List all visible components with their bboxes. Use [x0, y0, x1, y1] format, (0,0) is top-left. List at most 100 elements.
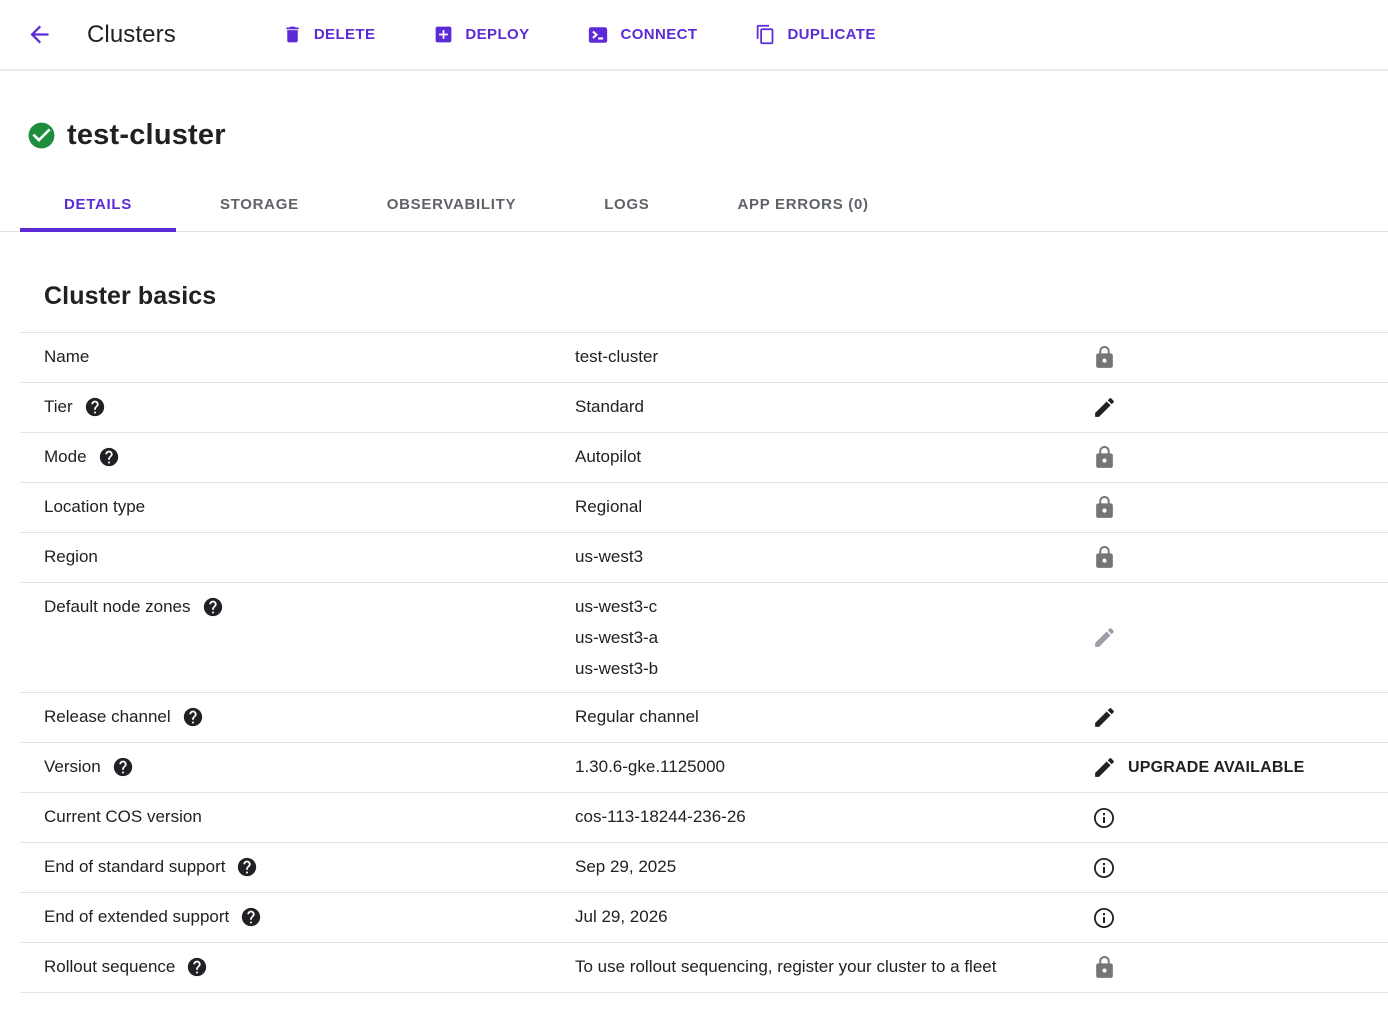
help-icon[interactable]: [182, 706, 204, 728]
row-value-cell: Sep 29, 2025: [575, 843, 1092, 890]
table-row: Rollout sequence To use rollout sequenci…: [20, 943, 1388, 993]
row-action-cell: [1092, 806, 1388, 830]
help-icon[interactable]: [84, 396, 106, 418]
back-button[interactable]: [17, 13, 61, 57]
row-value: Regular channel: [575, 701, 699, 732]
row-action-cell: [1092, 955, 1388, 980]
page-title: Clusters: [87, 21, 176, 49]
row-value: us-west3-c us-west3-a us-west3-b: [575, 591, 658, 684]
help-icon[interactable]: [112, 756, 134, 778]
row-value: cos-113-18244-236-26: [575, 801, 746, 832]
row-label: Release channel: [44, 701, 171, 732]
row-value-cell: Regional: [575, 483, 1092, 530]
row-value: To use rollout sequencing, register your…: [575, 951, 996, 982]
table-row: Mode Autopilot: [20, 433, 1388, 483]
row-action-cell: [1092, 856, 1388, 880]
table-row: Default node zones us-west3-c us-west3-a…: [20, 583, 1388, 693]
row-label-cell: Default node zones: [20, 583, 575, 630]
duplicate-button[interactable]: DUPLICATE: [755, 24, 875, 45]
row-label-cell: End of standard support: [20, 843, 575, 890]
row-label: Tier: [44, 391, 73, 422]
connect-button[interactable]: CONNECT: [587, 24, 697, 46]
row-label-cell: Version: [20, 743, 575, 790]
info-icon[interactable]: [1092, 856, 1116, 880]
gke-cluster-details-page: Clusters DELETE DEPLOY: [0, 0, 1388, 993]
row-label-cell: Mode: [20, 433, 575, 480]
edit-icon[interactable]: [1092, 395, 1117, 420]
row-label-cell: Tier: [20, 383, 575, 430]
row-value-cell: cos-113-18244-236-26: [575, 793, 1092, 840]
row-value-cell: Standard: [575, 383, 1092, 430]
row-action-cell: [1092, 395, 1388, 420]
upgrade-available-label[interactable]: UPGRADE AVAILABLE: [1128, 759, 1304, 777]
row-action-cell: [1092, 906, 1388, 930]
cluster-basics-section: Cluster basics Name test-cluster Tier St…: [0, 282, 1388, 993]
row-value-cell: us-west3-c us-west3-a us-west3-b: [575, 583, 1092, 692]
help-icon[interactable]: [240, 906, 262, 928]
row-value: 1.30.6-gke.1125000: [575, 751, 725, 782]
row-value: Jul 29, 2026: [575, 901, 668, 932]
tab-observability[interactable]: OBSERVABILITY: [343, 178, 560, 231]
lock-icon: [1092, 955, 1117, 980]
tab-app-errors[interactable]: APP ERRORS (0): [694, 178, 913, 231]
section-title: Cluster basics: [44, 282, 1388, 311]
row-label-cell: End of extended support: [20, 893, 575, 940]
edit-icon[interactable]: [1092, 755, 1117, 780]
row-label: Version: [44, 751, 101, 782]
row-action-cell: UPGRADE AVAILABLE: [1092, 755, 1388, 780]
help-icon[interactable]: [186, 956, 208, 978]
row-label: Mode: [44, 441, 87, 472]
table-row: Region us-west3: [20, 533, 1388, 583]
help-icon[interactable]: [236, 856, 258, 878]
help-icon[interactable]: [98, 446, 120, 468]
info-icon[interactable]: [1092, 806, 1116, 830]
delete-button[interactable]: DELETE: [282, 24, 376, 45]
lock-icon: [1092, 345, 1117, 370]
tab-bar: DETAILS STORAGE OBSERVABILITY LOGS APP E…: [0, 178, 1388, 232]
info-icon[interactable]: [1092, 906, 1116, 930]
lock-icon: [1092, 445, 1117, 470]
arrow-back-icon: [26, 21, 53, 48]
row-label: Default node zones: [44, 591, 191, 622]
row-value-cell: Regular channel: [575, 693, 1092, 740]
row-value-cell: test-cluster: [575, 333, 1092, 380]
table-row: Current COS version cos-113-18244-236-26: [20, 793, 1388, 843]
row-action-cell: [1092, 345, 1388, 370]
edit-disabled-icon: [1092, 625, 1117, 650]
row-label: End of extended support: [44, 901, 229, 932]
table-row: Location type Regional: [20, 483, 1388, 533]
row-value: Autopilot: [575, 441, 641, 472]
table-row: Release channel Regular channel: [20, 693, 1388, 743]
row-label-cell: Release channel: [20, 693, 575, 740]
table-row: Name test-cluster: [20, 333, 1388, 383]
row-label: Region: [44, 541, 98, 572]
deploy-button[interactable]: DEPLOY: [433, 24, 529, 45]
row-label: Location type: [44, 491, 145, 522]
row-label-cell: Region: [20, 533, 575, 580]
row-value: us-west3: [575, 541, 643, 572]
row-value: Standard: [575, 391, 644, 422]
trash-icon: [282, 24, 303, 45]
check-circle-icon: [26, 120, 57, 151]
duplicate-button-label: DUPLICATE: [787, 26, 875, 43]
cluster-basics-table: Name test-cluster Tier Standard: [20, 332, 1388, 993]
row-label-cell: Current COS version: [20, 793, 575, 840]
row-label-cell: Name: [20, 333, 575, 380]
copy-icon: [755, 24, 776, 45]
table-row: Version 1.30.6-gke.1125000 UPGRADE AVAIL…: [20, 743, 1388, 793]
row-value: Regional: [575, 491, 642, 522]
row-value: test-cluster: [575, 341, 658, 372]
tab-storage[interactable]: STORAGE: [176, 178, 343, 231]
row-action-cell: [1092, 705, 1388, 730]
add-box-icon: [433, 24, 454, 45]
help-icon[interactable]: [202, 596, 224, 618]
edit-icon[interactable]: [1092, 705, 1117, 730]
row-label-cell: Location type: [20, 483, 575, 530]
delete-button-label: DELETE: [314, 26, 376, 43]
row-value-cell: Autopilot: [575, 433, 1092, 480]
tab-details[interactable]: DETAILS: [20, 178, 176, 231]
cluster-name: test-cluster: [67, 119, 226, 152]
tab-logs[interactable]: LOGS: [560, 178, 693, 231]
lock-icon: [1092, 495, 1117, 520]
lock-icon: [1092, 545, 1117, 570]
